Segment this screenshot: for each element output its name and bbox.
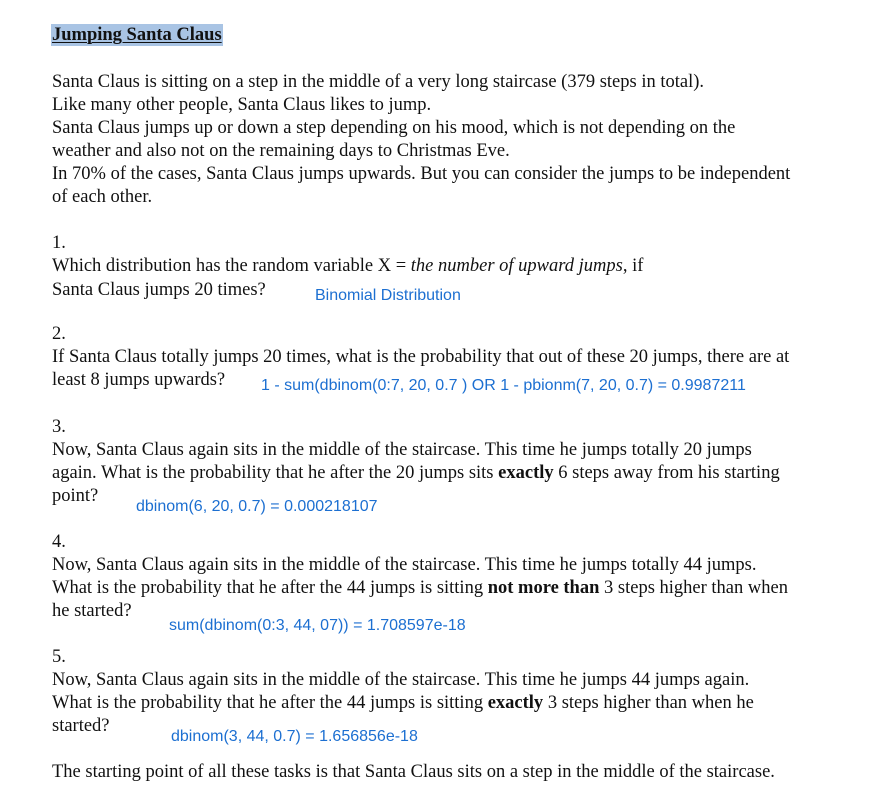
question-5-text-line3: started?: [52, 716, 110, 736]
question-4-text-post: 3 steps higher than when: [599, 578, 788, 598]
answer-4: sum(dbinom(0:3, 44, 07)) = 1.708597e-18: [169, 617, 466, 634]
intro-line: In 70% of the cases, Santa Claus jumps u…: [52, 164, 791, 184]
question-4-text-pre: What is the probability that he after th…: [52, 578, 488, 598]
question-5-number: 5.: [52, 647, 66, 667]
question-4-text: Now, Santa Claus again sits in the middl…: [52, 555, 757, 575]
question-3-text-post: 6 steps away from his starting: [553, 463, 780, 483]
question-3-number: 3.: [52, 417, 66, 437]
footer-note: The starting point of all these tasks is…: [52, 762, 775, 782]
question-3-text: Now, Santa Claus again sits in the middl…: [52, 440, 752, 460]
question-2-number: 2.: [52, 324, 66, 344]
question-2-text-line2: least 8 jumps upwards?: [52, 370, 226, 390]
answer-3: dbinom(6, 20, 0.7) = 0.000218107: [136, 498, 378, 515]
intro-line: of each other.: [52, 187, 153, 207]
question-2-text: If Santa Claus totally jumps 20 times, w…: [52, 347, 790, 367]
question-5-bold: exactly: [487, 693, 544, 713]
question-3-text-line2: again. What is the probability that he a…: [52, 462, 780, 485]
question-1-text-pre: Which distribution has the random variab…: [52, 256, 411, 276]
question-4-text-line2: What is the probability that he after th…: [52, 577, 788, 600]
question-5-text: Now, Santa Claus again sits in the middl…: [52, 670, 750, 690]
intro-line: Like many other people, Santa Claus like…: [52, 95, 432, 115]
question-4-number: 4.: [52, 532, 66, 552]
question-1-text-line2: Santa Claus jumps 20 times?: [52, 280, 266, 300]
page-title: Jumping Santa Claus: [51, 24, 223, 46]
question-3-bold: exactly: [498, 463, 554, 483]
answer-2: 1 - sum(dbinom(0:7, 20, 0.7 ) OR 1 - pbi…: [261, 377, 746, 394]
document-page: Jumping Santa Claus Santa Claus is sitti…: [0, 0, 884, 810]
question-1-italic: the number of upward jumps: [410, 256, 623, 276]
question-5-text-line2: What is the probability that he after th…: [52, 692, 754, 715]
question-1-text-post: , if: [622, 256, 644, 276]
question-4-text-line3: he started?: [52, 601, 132, 621]
question-1-text: Which distribution has the random variab…: [52, 255, 643, 278]
question-1-number: 1.: [52, 233, 66, 253]
question-4-bold: not more than: [487, 578, 600, 598]
intro-line: weather and also not on the remaining da…: [52, 141, 510, 161]
question-3-text-line3: point?: [52, 486, 99, 506]
question-3-text-pre: again. What is the probability that he a…: [52, 463, 499, 483]
answer-1: Binomial Distribution: [315, 287, 461, 304]
intro-line: Santa Claus is sitting on a step in the …: [52, 72, 705, 92]
answer-5: dbinom(3, 44, 0.7) = 1.656856e-18: [171, 728, 418, 745]
intro-line: Santa Claus jumps up or down a step depe…: [52, 118, 736, 138]
question-5-text-post: 3 steps higher than when he: [543, 693, 754, 713]
question-5-text-pre: What is the probability that he after th…: [52, 693, 488, 713]
